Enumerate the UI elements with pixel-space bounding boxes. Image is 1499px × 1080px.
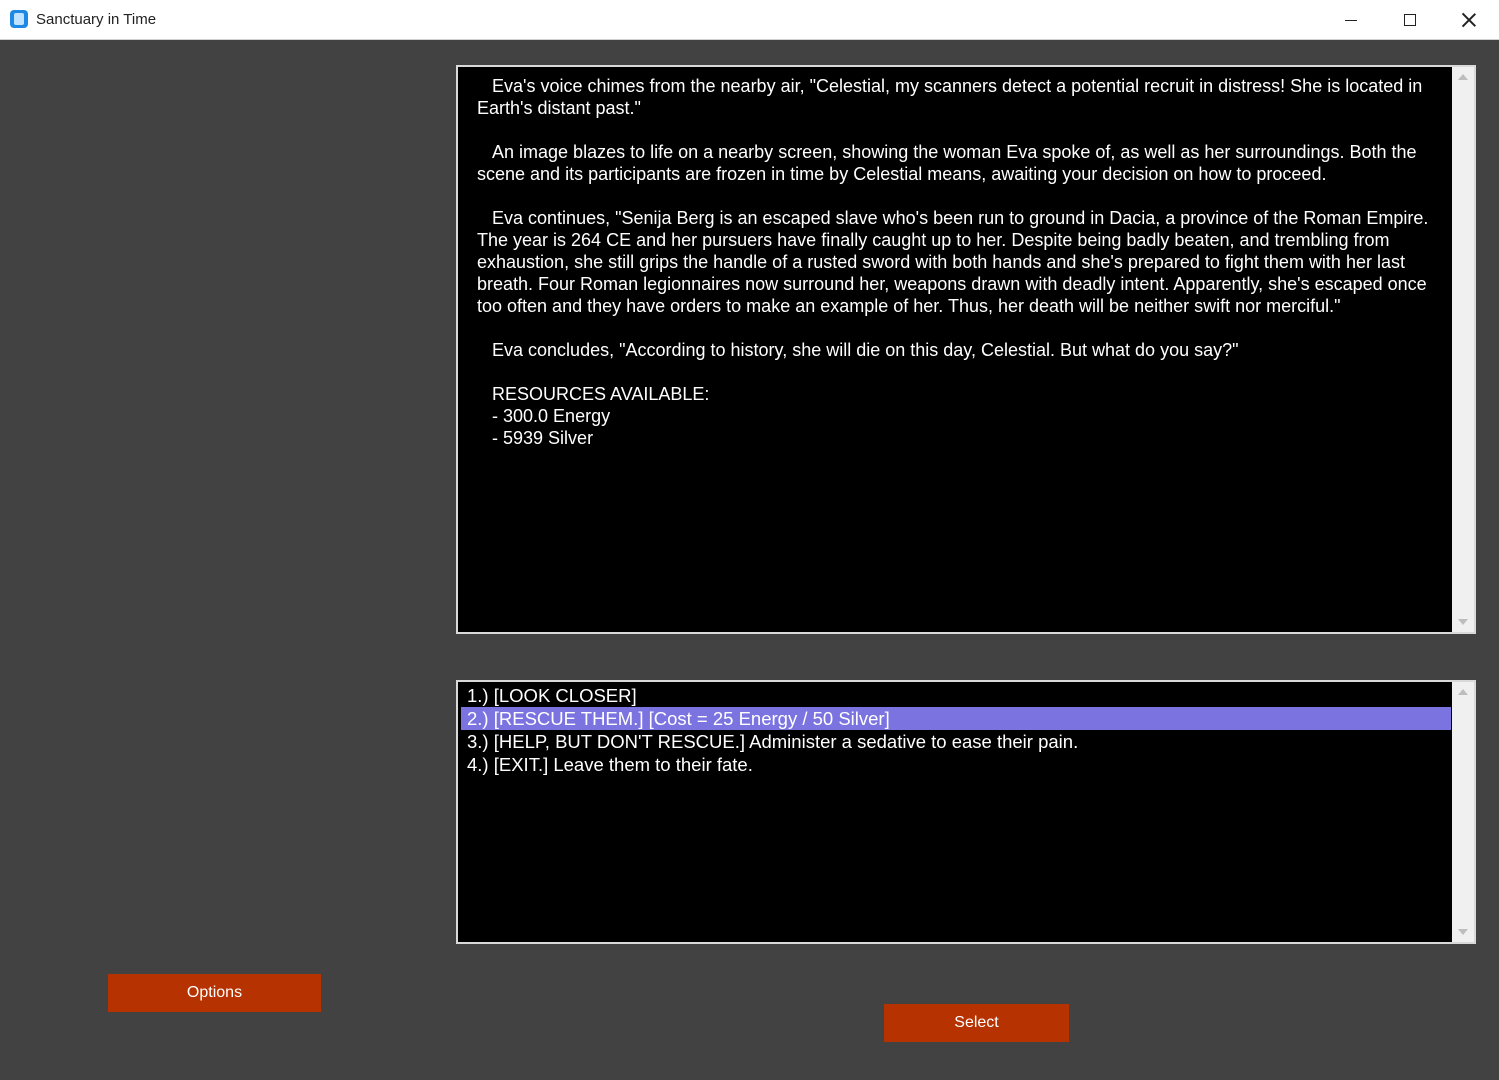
- maximize-button[interactable]: [1381, 0, 1439, 40]
- choice-item-1[interactable]: 1.) [LOOK CLOSER]: [461, 684, 1451, 707]
- maximize-icon: [1404, 14, 1416, 26]
- scroll-down-icon[interactable]: [1458, 929, 1468, 935]
- choices-list-box[interactable]: 1.) [LOOK CLOSER] 2.) [RESCUE THEM.] [Co…: [456, 680, 1476, 944]
- title-bar: Sanctuary in Time: [0, 0, 1499, 40]
- scroll-up-icon[interactable]: [1458, 74, 1468, 80]
- story-scrollbar[interactable]: [1452, 67, 1474, 632]
- select-button[interactable]: Select: [884, 1004, 1069, 1042]
- choice-item-4[interactable]: 4.) [EXIT.] Leave them to their fate.: [461, 753, 1451, 776]
- choices-scrollbar[interactable]: [1452, 682, 1474, 942]
- close-button[interactable]: [1440, 0, 1498, 40]
- scroll-up-icon[interactable]: [1458, 689, 1468, 695]
- window-title: Sanctuary in Time: [36, 11, 157, 28]
- story-text: Eva's voice chimes from the nearby air, …: [477, 76, 1429, 448]
- choice-item-2[interactable]: 2.) [RESCUE THEM.] [Cost = 25 Energy / 5…: [461, 707, 1451, 730]
- close-icon: [1462, 13, 1476, 27]
- story-text-box[interactable]: Eva's voice chimes from the nearby air, …: [456, 65, 1476, 634]
- app-icon: [10, 10, 28, 28]
- options-button[interactable]: Options: [108, 974, 321, 1012]
- choices-list: 1.) [LOOK CLOSER] 2.) [RESCUE THEM.] [Co…: [461, 684, 1451, 776]
- minimize-button[interactable]: [1322, 0, 1380, 40]
- scroll-down-icon[interactable]: [1458, 619, 1468, 625]
- minimize-icon: [1345, 19, 1357, 21]
- choice-item-3[interactable]: 3.) [HELP, BUT DON'T RESCUE.] Administer…: [461, 730, 1451, 753]
